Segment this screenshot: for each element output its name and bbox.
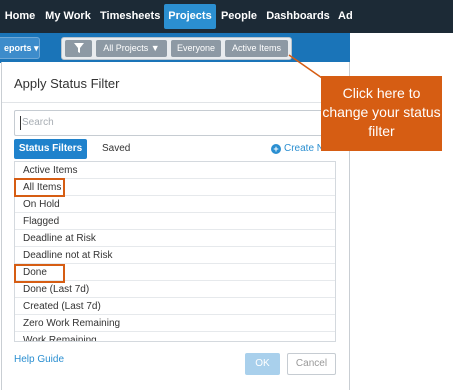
callout-box: Click here to change your status filter (321, 76, 442, 151)
callout-connector-line (288, 54, 323, 79)
